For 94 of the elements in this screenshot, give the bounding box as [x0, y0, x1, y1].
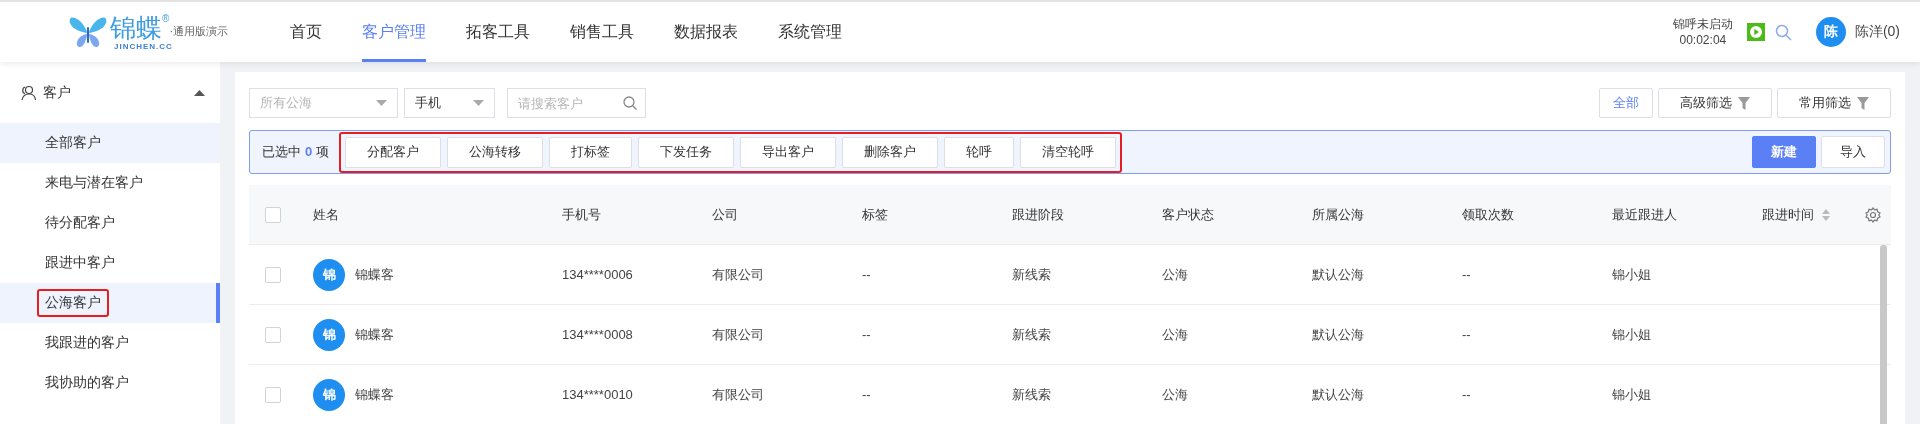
logo-wordmark: 锦蝶 — [110, 13, 162, 42]
table-cell: 默认公海 — [1312, 386, 1364, 402]
search-icon[interactable] — [1774, 23, 1792, 41]
primary-button[interactable]: 新建 — [1752, 136, 1816, 168]
table-cell: 默认公海 — [1312, 326, 1364, 342]
nav-tab[interactable]: 销售工具 — [570, 2, 634, 62]
table-cell: 公海 — [1162, 266, 1188, 282]
settings-icon[interactable] — [1865, 206, 1881, 223]
sidebar-item[interactable]: 全部客户 — [0, 123, 220, 163]
column-header: 客户状态 — [1162, 206, 1214, 222]
table-cell: 134****0006 — [562, 267, 633, 282]
action-button[interactable]: 导出客户 — [740, 136, 837, 168]
nav-tab[interactable]: 客户管理 — [362, 2, 426, 62]
table-cell: 锦蝶客 — [355, 265, 394, 284]
customer-avatar: 锦 — [313, 378, 345, 411]
search-icon — [623, 96, 637, 110]
table-cell: -- — [862, 327, 871, 342]
checkbox[interactable] — [265, 326, 281, 343]
scrollbar[interactable] — [1880, 245, 1887, 424]
table-cell: 新线索 — [1012, 266, 1051, 282]
filter-button[interactable]: 全部 — [1599, 88, 1653, 118]
checkbox[interactable] — [265, 266, 281, 283]
caret-up-icon — [194, 89, 205, 96]
column-header: 跟进阶段 — [1012, 206, 1064, 222]
action-button[interactable]: 分配客户 — [345, 136, 442, 168]
action-button[interactable]: 清空轮呼 — [1020, 136, 1117, 168]
column-header: 领取次数 — [1462, 206, 1514, 222]
call-status: 锦呼未启动 — [1672, 16, 1733, 32]
funnel-icon — [1738, 96, 1750, 110]
table-cell: 锦蝶客 — [355, 325, 394, 344]
table-cell: -- — [1462, 327, 1471, 342]
secondary-button[interactable]: 导入 — [1821, 136, 1885, 168]
logo-domain: JINCHEN.CC — [113, 41, 174, 51]
filter-button[interactable]: 常用筛选 — [1777, 88, 1891, 118]
checkbox[interactable] — [265, 206, 281, 223]
customer-avatar: 锦 — [313, 318, 345, 351]
play-icon[interactable] — [1746, 23, 1765, 41]
table-cell: -- — [1462, 387, 1471, 402]
caret-down-icon — [473, 100, 484, 106]
nav-tab[interactable]: 系统管理 — [778, 2, 842, 62]
people-icon — [20, 84, 36, 101]
sort-icon — [1822, 208, 1830, 221]
sidebar-item[interactable]: 待分配客户 — [0, 203, 220, 243]
table-cell: 134****0008 — [562, 327, 633, 342]
funnel-icon — [1857, 96, 1869, 110]
sidebar-group[interactable]: 客户 — [0, 62, 220, 123]
filter-button[interactable]: 高级筛选 — [1658, 88, 1772, 118]
sidebar-item[interactable]: 我协助的客户 — [0, 363, 220, 403]
column-header: 姓名 — [313, 206, 339, 222]
table-cell: 锦小姐 — [1612, 326, 1651, 342]
call-timer: 00:02:04 — [1679, 32, 1727, 48]
table-cell: 新线索 — [1012, 386, 1051, 402]
butterfly-icon — [68, 15, 108, 49]
table-cell: 新线索 — [1012, 326, 1051, 342]
column-header: 公司 — [712, 206, 738, 222]
caret-down-icon — [376, 100, 387, 106]
table-cell: 公海 — [1162, 386, 1188, 402]
table-cell: 锦小姐 — [1612, 386, 1651, 402]
select-field[interactable]: 手机 — [404, 88, 495, 118]
sidebar-item[interactable]: 跟进中客户 — [0, 243, 220, 283]
sidebar-item[interactable]: 我跟进的客户 — [0, 323, 220, 363]
action-button[interactable]: 公海转移 — [447, 136, 544, 168]
action-button[interactable]: 删除客户 — [842, 136, 939, 168]
logo-tagline: ·通用版演示 — [169, 23, 229, 39]
table-cell: -- — [1462, 267, 1471, 282]
action-button[interactable]: 轮呼 — [944, 136, 1015, 168]
table-cell: 锦小姐 — [1612, 266, 1651, 282]
nav-tab[interactable]: 拓客工具 — [466, 2, 530, 62]
sidebar-item[interactable]: 公海客户 — [0, 283, 220, 323]
nav-tab[interactable]: 首页 — [290, 2, 322, 62]
table-cell: 有限公司 — [712, 326, 764, 342]
user-name[interactable]: 陈洋(0) — [1854, 23, 1900, 41]
selection-count: 已选中 0 项 — [262, 143, 330, 161]
table-cell: 有限公司 — [712, 386, 764, 402]
table-cell: -- — [862, 267, 871, 282]
table-cell: 公海 — [1162, 326, 1188, 342]
customer-avatar: 锦 — [313, 258, 345, 291]
table-cell: 默认公海 — [1312, 266, 1364, 282]
column-header: 标签 — [862, 206, 888, 222]
column-header: 手机号 — [562, 206, 601, 222]
action-button[interactable]: 下发任务 — [638, 136, 735, 168]
table-cell: 锦蝶客 — [355, 385, 394, 404]
registered-mark: ® — [162, 13, 170, 24]
action-button[interactable]: 打标签 — [549, 136, 633, 168]
column-header[interactable]: 跟进时间 — [1762, 205, 1830, 224]
column-header: 最近跟进人 — [1612, 206, 1677, 222]
table-cell: 有限公司 — [712, 266, 764, 282]
checkbox[interactable] — [265, 386, 281, 403]
search-field[interactable]: 请搜索客户 — [507, 88, 646, 118]
column-header: 所属公海 — [1312, 206, 1364, 222]
sidebar-item[interactable]: 来电与潜在客户 — [0, 163, 220, 203]
nav-tab[interactable]: 数据报表 — [674, 2, 738, 62]
table-cell: -- — [862, 387, 871, 402]
table-cell: 134****0010 — [562, 387, 633, 402]
